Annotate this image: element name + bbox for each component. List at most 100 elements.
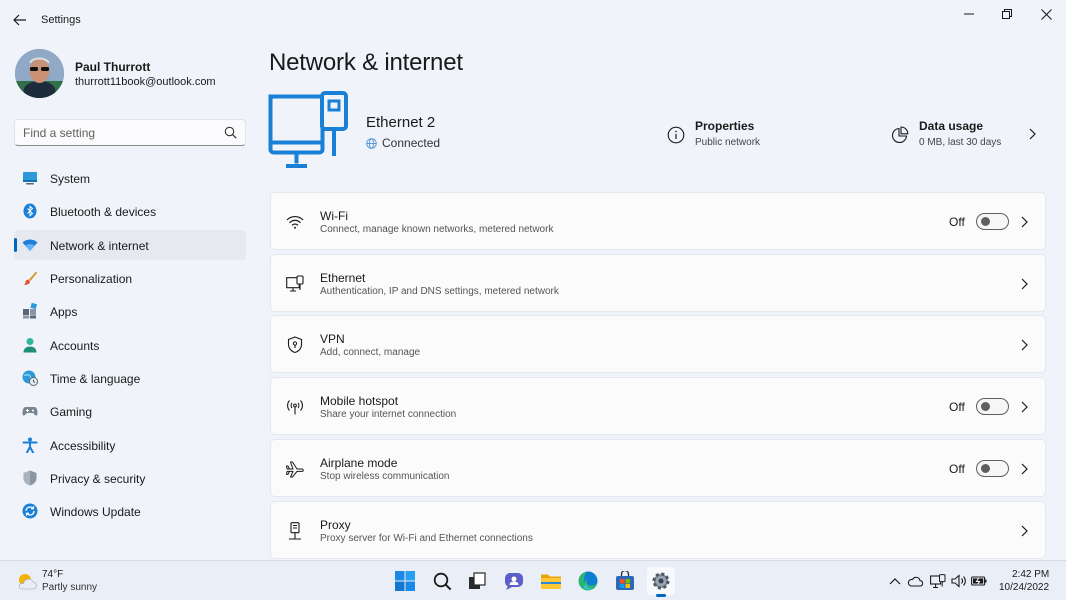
onedrive-button[interactable] bbox=[907, 573, 923, 589]
airplane-icon bbox=[286, 461, 304, 478]
network-icon bbox=[22, 239, 38, 251]
card-title: Mobile hotspot bbox=[320, 394, 399, 408]
settings-app-button[interactable] bbox=[647, 567, 675, 597]
toggle-knob bbox=[981, 464, 990, 473]
chevron-right-icon[interactable] bbox=[1019, 278, 1029, 290]
close-button[interactable] bbox=[1027, 0, 1065, 28]
restore-icon bbox=[1002, 9, 1012, 19]
sidebar-item-label: Bluetooth & devices bbox=[50, 205, 157, 220]
properties-link[interactable]: Properties Public network bbox=[667, 118, 787, 150]
sidebar-item-label: Personalization bbox=[50, 272, 133, 287]
chevron-right-icon[interactable] bbox=[1019, 401, 1029, 413]
card-subtitle: Connect, manage known networks, metered … bbox=[320, 224, 554, 235]
toggle-state-label: Off bbox=[949, 215, 965, 229]
sidebar-item-time-language[interactable]: Time & language bbox=[14, 363, 246, 393]
chevron-right-icon[interactable] bbox=[1019, 216, 1029, 228]
toggle-state-label: Off bbox=[949, 462, 965, 476]
task-view-icon bbox=[469, 572, 486, 589]
avatar[interactable] bbox=[15, 49, 64, 98]
search-box bbox=[14, 119, 246, 146]
edge-button[interactable] bbox=[574, 567, 602, 595]
globe-icon bbox=[366, 137, 377, 149]
wifi-toggle[interactable] bbox=[976, 213, 1009, 230]
sidebar-item-gaming[interactable]: Gaming bbox=[14, 396, 246, 426]
sidebar-item-privacy[interactable]: Privacy & security bbox=[14, 463, 246, 493]
chat-icon bbox=[505, 573, 523, 590]
sidebar-item-accounts[interactable]: Accounts bbox=[14, 330, 246, 360]
accessibility-icon bbox=[22, 437, 38, 453]
partly-sunny-icon bbox=[18, 574, 37, 590]
card-title: Airplane mode bbox=[320, 456, 398, 470]
sidebar-item-label: Windows Update bbox=[50, 505, 141, 520]
gamepad-icon bbox=[22, 407, 38, 417]
data-usage-title: Data usage bbox=[919, 119, 984, 133]
data-usage-link[interactable]: Data usage 0 MB, last 30 days bbox=[891, 118, 1041, 150]
battery-charging-icon bbox=[971, 576, 987, 586]
card-subtitle: Share your internet connection bbox=[320, 409, 457, 420]
info-icon bbox=[667, 126, 685, 144]
proxy-icon bbox=[289, 522, 301, 540]
airplane-mode-toggle[interactable] bbox=[976, 460, 1009, 477]
search-icon[interactable] bbox=[224, 126, 237, 139]
battery-button[interactable] bbox=[971, 573, 987, 589]
sidebar-item-personalization[interactable]: Personalization bbox=[14, 263, 246, 293]
toggle-knob bbox=[981, 402, 990, 411]
file-explorer-button[interactable] bbox=[537, 567, 565, 595]
connection-status-text: Connected bbox=[382, 136, 441, 150]
mobile-hotspot-toggle[interactable] bbox=[976, 398, 1009, 415]
back-button[interactable] bbox=[8, 8, 32, 32]
teams-chat-button[interactable] bbox=[500, 567, 528, 595]
airplane-mode-card[interactable]: Airplane mode Stop wireless communicatio… bbox=[270, 439, 1046, 497]
vpn-shield-icon bbox=[287, 336, 303, 354]
bluetooth-icon bbox=[23, 203, 37, 219]
windows-logo-icon bbox=[395, 571, 415, 591]
user-photo-icon bbox=[15, 49, 64, 98]
chevron-right-icon[interactable] bbox=[1019, 339, 1029, 351]
sidebar-nav: System Bluetooth & devices Network & int… bbox=[14, 163, 246, 530]
sidebar-item-network[interactable]: Network & internet bbox=[14, 229, 246, 260]
edge-browser-icon bbox=[578, 571, 598, 591]
card-subtitle: Stop wireless communication bbox=[320, 471, 450, 482]
sidebar-item-system[interactable]: System bbox=[14, 163, 246, 193]
sidebar-item-bluetooth[interactable]: Bluetooth & devices bbox=[14, 196, 246, 226]
weather-temperature: 74°F bbox=[42, 569, 64, 580]
clock-date: 10/24/2022 bbox=[999, 582, 1050, 593]
brush-icon bbox=[23, 271, 37, 286]
start-button[interactable] bbox=[391, 567, 419, 595]
ethernet-monitor-icon bbox=[268, 91, 348, 168]
clock-time: 2:42 PM bbox=[1012, 569, 1050, 580]
sidebar-item-label: Privacy & security bbox=[50, 472, 146, 487]
search-input[interactable] bbox=[15, 120, 215, 145]
close-icon bbox=[1040, 8, 1052, 20]
store-button[interactable] bbox=[611, 567, 639, 595]
proxy-card[interactable]: Proxy Proxy server for Wi-Fi and Etherne… bbox=[270, 501, 1046, 559]
chevron-right-icon[interactable] bbox=[1027, 128, 1037, 140]
sidebar-item-accessibility[interactable]: Accessibility bbox=[14, 430, 246, 460]
gear-icon bbox=[652, 572, 670, 590]
minimize-button[interactable] bbox=[950, 0, 988, 28]
chevron-right-icon[interactable] bbox=[1019, 463, 1029, 475]
sidebar-item-label: Time & language bbox=[50, 372, 141, 387]
mobile-hotspot-card[interactable]: Mobile hotspot Share your internet conne… bbox=[270, 377, 1046, 435]
person-icon bbox=[23, 337, 37, 353]
vpn-card[interactable]: VPN Add, connect, manage bbox=[270, 315, 1046, 373]
sidebar-item-apps[interactable]: Apps bbox=[14, 296, 246, 326]
network-tray-button[interactable] bbox=[930, 573, 946, 589]
sidebar-item-label: System bbox=[50, 172, 91, 186]
chevron-right-icon[interactable] bbox=[1019, 525, 1029, 537]
restore-button[interactable] bbox=[988, 0, 1026, 28]
volume-button[interactable] bbox=[951, 573, 967, 589]
ethernet-card[interactable]: Ethernet Authentication, IP and DNS sett… bbox=[270, 254, 1046, 312]
sidebar-item-label: Gaming bbox=[50, 405, 93, 420]
card-subtitle: Authentication, IP and DNS settings, met… bbox=[320, 286, 559, 297]
toggle-state-label: Off bbox=[949, 400, 965, 414]
folder-icon bbox=[541, 574, 561, 589]
apps-icon bbox=[23, 303, 38, 319]
sidebar-item-windows-update[interactable]: Windows Update bbox=[14, 496, 246, 526]
system-icon bbox=[23, 172, 37, 185]
toggle-knob bbox=[981, 217, 990, 226]
taskbar-search-button[interactable] bbox=[428, 567, 456, 595]
task-view-button[interactable] bbox=[463, 567, 491, 595]
wifi-card[interactable]: Wi-Fi Connect, manage known networks, me… bbox=[270, 192, 1046, 250]
show-hidden-icons-button[interactable] bbox=[887, 573, 903, 589]
